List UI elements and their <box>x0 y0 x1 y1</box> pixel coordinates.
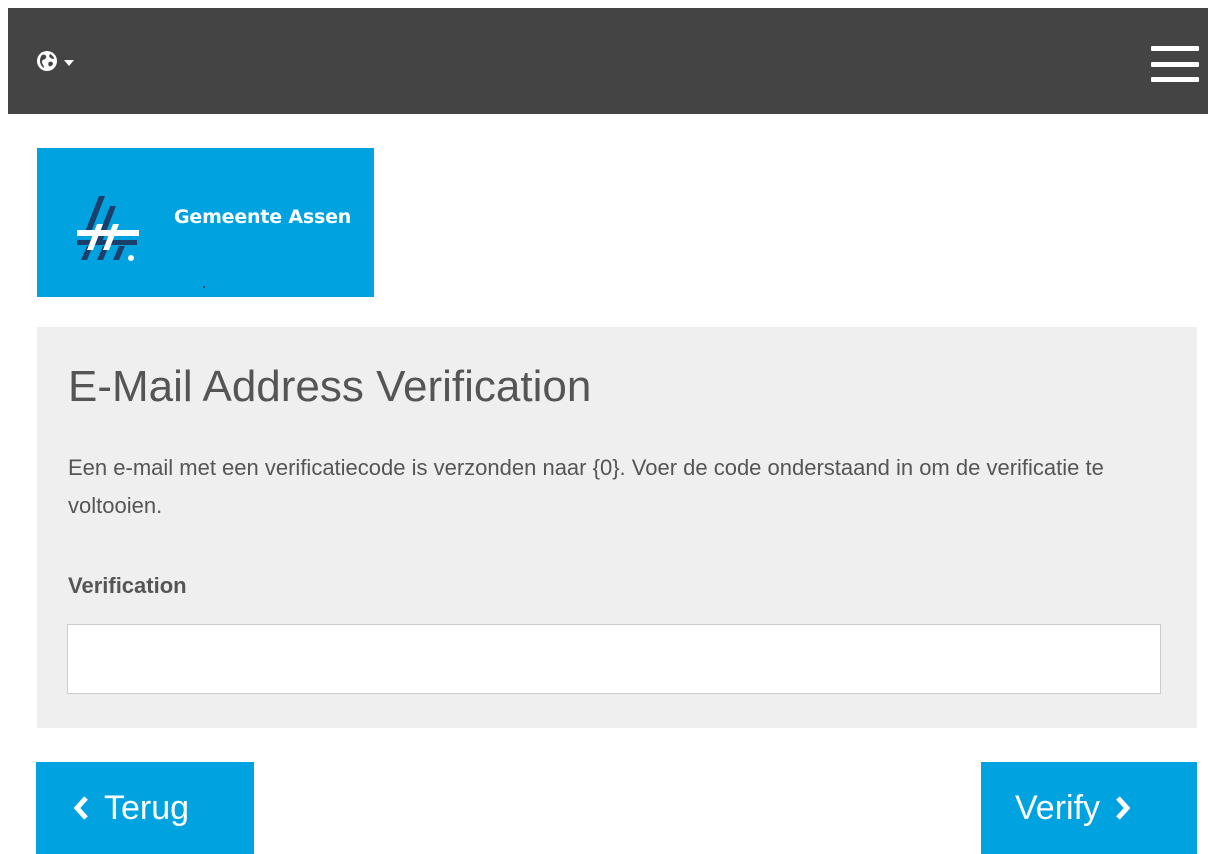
menu-line <box>1151 46 1199 51</box>
back-button[interactable]: Terug <box>36 762 254 854</box>
logo-text: Gemeente Assen <box>174 206 352 228</box>
assen-logo-mark-icon <box>77 196 139 261</box>
verification-label: Verification <box>68 573 187 598</box>
language-selector[interactable] <box>36 46 74 76</box>
hamburger-menu-icon[interactable] <box>1151 46 1199 82</box>
verify-button[interactable]: Verify <box>981 762 1197 854</box>
page-title: E-Mail Address Verification <box>68 362 592 411</box>
menu-line <box>1151 77 1199 82</box>
verification-code-input[interactable] <box>67 624 1161 694</box>
caret-down-icon <box>64 60 74 66</box>
menu-line <box>1151 61 1199 67</box>
back-button-label: Terug <box>104 788 190 827</box>
verify-button-label: Verify <box>1015 788 1101 827</box>
globe-icon <box>37 51 57 71</box>
chevron-right-icon <box>1114 796 1132 820</box>
gemeente-assen-logo: Gemeente Assen <box>37 148 374 297</box>
logo-dot <box>203 286 205 288</box>
top-navigation-bar <box>8 8 1208 114</box>
verification-panel: E-Mail Address Verification Een e-mail m… <box>37 327 1197 728</box>
instruction-text: Een e-mail met een verificatiecode is ve… <box>68 455 1104 518</box>
chevron-left-icon <box>72 796 90 820</box>
